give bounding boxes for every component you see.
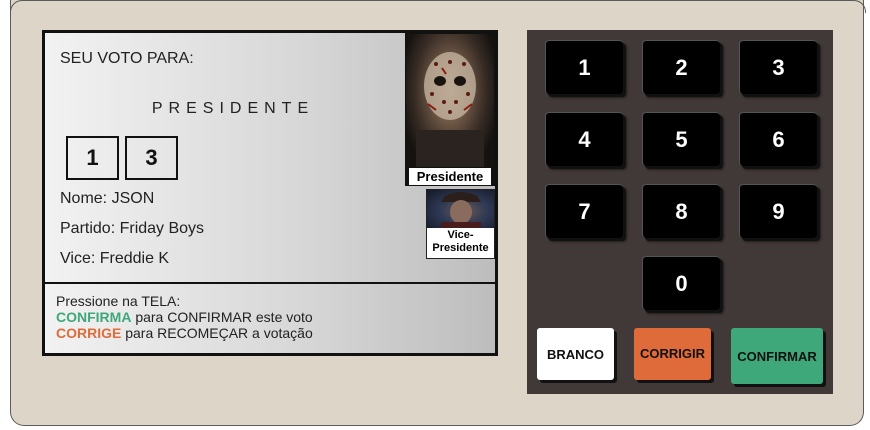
- vice-caption-line-1: Vice-: [447, 229, 474, 241]
- candidate-party: Partido: Friday Boys: [60, 220, 205, 237]
- office-title: PRESIDENTE: [151, 100, 315, 117]
- key-9[interactable]: 9: [739, 184, 817, 238]
- keypad: 1 2 3 4 5 6 7 8 9 0 BRANCO CORRIGIR CONF…: [527, 30, 833, 394]
- instructions-panel: Pressione na TELA: CONFIRMA para CONFIRM…: [45, 282, 495, 353]
- instructions-line-3: CORRIGE para RECOMEÇAR a votação: [56, 325, 495, 341]
- vote-heading: SEU VOTO PARA:: [60, 50, 194, 67]
- key-8[interactable]: 8: [642, 184, 720, 238]
- corrige-description: para RECOMEÇAR a votação: [121, 325, 313, 341]
- blank-vote-button[interactable]: BRANCO: [537, 328, 614, 380]
- president-photo-caption: Presidente: [409, 168, 491, 185]
- confirma-keyword: CONFIRMA: [56, 309, 132, 325]
- key-4[interactable]: 4: [545, 112, 623, 166]
- vice-photo-caption: Vice- Presidente: [427, 229, 494, 255]
- voting-screen[interactable]: SEU VOTO PARA: PRESIDENTE 1 3 Nome: JSON…: [42, 30, 498, 356]
- screen-main-area: SEU VOTO PARA: PRESIDENTE 1 3 Nome: JSON…: [45, 33, 495, 282]
- key-6[interactable]: 6: [739, 112, 817, 166]
- digit-box-1: 1: [66, 136, 119, 180]
- correct-button[interactable]: CORRIGIR: [634, 328, 711, 380]
- voting-machine: SEU VOTO PARA: PRESIDENTE 1 3 Nome: JSON…: [10, 0, 866, 426]
- key-3[interactable]: 3: [739, 40, 817, 94]
- candidate-vice: Vice: Freddie K: [60, 250, 170, 267]
- candidate-name: Nome: JSON: [60, 190, 155, 207]
- president-portrait-image: [406, 34, 494, 167]
- vice-president-photo: Vice- Presidente: [426, 189, 495, 259]
- key-7[interactable]: 7: [545, 184, 623, 238]
- instructions-line-1: Pressione na TELA:: [56, 293, 181, 309]
- key-0[interactable]: 0: [642, 256, 720, 310]
- president-photo: Presidente: [405, 33, 495, 186]
- key-2[interactable]: 2: [642, 40, 720, 94]
- key-5[interactable]: 5: [642, 112, 720, 166]
- confirm-button[interactable]: CONFIRMAR: [731, 328, 823, 384]
- key-1[interactable]: 1: [545, 40, 623, 94]
- confirma-description: para CONFIRMAR este voto: [131, 309, 313, 325]
- hockey-mask-icon: [416, 52, 484, 167]
- vice-caption-line-2: Presidente: [432, 242, 489, 254]
- freddie-portrait-icon: [441, 192, 481, 228]
- instructions-line-2: CONFIRMA para CONFIRMAR este voto: [56, 309, 495, 325]
- digit-box-2: 3: [125, 136, 178, 180]
- corrige-keyword: CORRIGE: [56, 325, 122, 341]
- vice-portrait-image: [427, 190, 494, 228]
